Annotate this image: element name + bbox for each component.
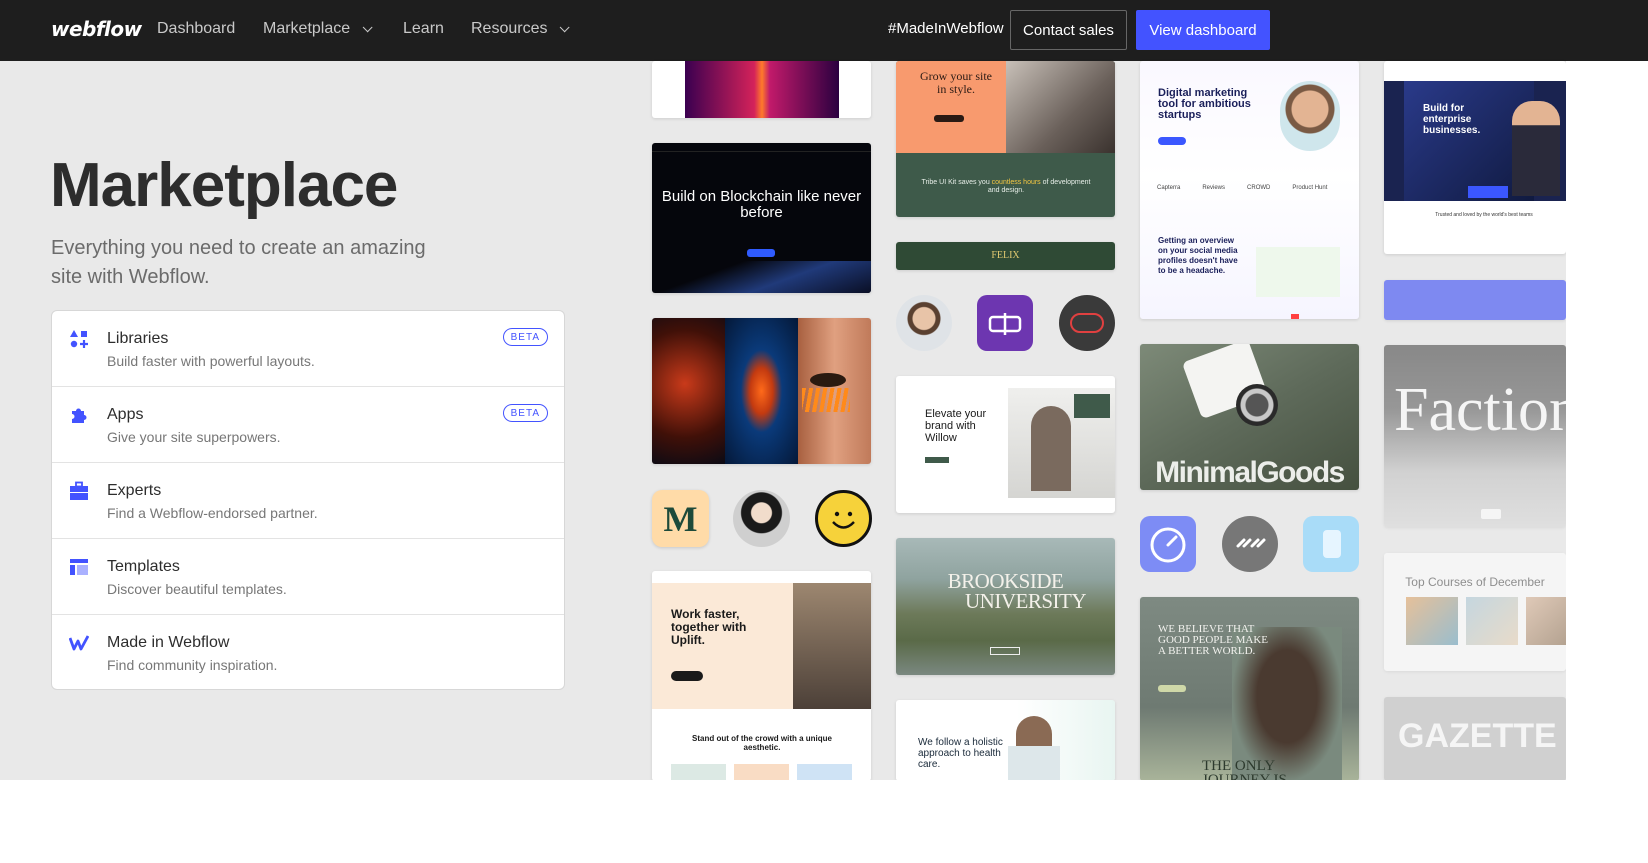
thumb-footer: THE ONLY JOURNEY IS [1202, 758, 1287, 782]
dots-icon [1236, 538, 1266, 548]
app-logo-p[interactable] [1303, 516, 1359, 572]
menu-item-experts[interactable]: Experts Find a Webflow-endorsed partner. [52, 463, 564, 539]
template-thumb-tribe[interactable]: Grow your site in style. Tribe UI Kit sa… [896, 61, 1115, 217]
expert-avatar-man[interactable] [896, 295, 952, 351]
nav-dashboard[interactable]: Dashboard [157, 20, 235, 38]
thumb-headline: GAZETTE [1398, 717, 1557, 755]
template-thumb-minimal-goods[interactable]: MinimalGoods [1140, 344, 1359, 490]
webflow-logo[interactable]: webflow [51, 17, 142, 41]
thumb-logos: Capterra Reviews CROWD Product Hunt [1157, 185, 1328, 191]
template-thumb-code[interactable] [1384, 280, 1566, 320]
template-thumb-uplift[interactable]: Work faster, together with Uplift. Stand… [652, 571, 871, 781]
chevron-down-icon [362, 21, 373, 32]
app-logo-purple[interactable] [977, 295, 1033, 351]
made-in-webflow-link[interactable]: #MadeInWebflow [888, 20, 1004, 37]
app-logo-dots[interactable] [1222, 516, 1278, 572]
menu-item-desc: Find a Webflow-endorsed partner. [107, 505, 318, 521]
thumb-headline: Build for enterprise businesses. [1423, 103, 1481, 136]
template-thumb-believe[interactable]: WE BELIEVE THAT GOOD PEOPLE MAKE A BETTE… [1140, 597, 1359, 781]
puzzle-icon [72, 408, 87, 423]
template-thumb-courses[interactable]: Top Courses of December [1384, 553, 1566, 671]
smiley-logo[interactable] [815, 490, 872, 547]
menu-item-title: Libraries [107, 330, 169, 347]
template-thumb-willow[interactable]: Elevate your brand with Willow [896, 376, 1115, 513]
beta-badge: BETA [502, 404, 548, 422]
thumb-headline: WE BELIEVE THAT GOOD PEOPLE MAKE A BETTE… [1158, 623, 1268, 657]
thumb-headline: We follow a holistic approach to health … [918, 737, 1003, 770]
nav-learn[interactable]: Learn [403, 20, 444, 38]
menu-item-desc: Give your site superpowers. [107, 429, 281, 445]
menu-item-made-in-webflow[interactable]: Made in Webflow Find community inspirati… [52, 615, 564, 689]
app-logo-ods[interactable] [1059, 295, 1115, 351]
thumb-headline: Work faster, together with Uplift. [671, 607, 747, 647]
thumb-headline: Elevate your brand with Willow [925, 408, 987, 444]
webflow-w-icon [69, 635, 89, 651]
menu-item-desc: Find community inspiration. [107, 657, 278, 673]
top-nav: webflow Dashboard Marketplace Learn Reso… [0, 0, 1648, 61]
page-subtitle: Everything you need to create an amazing… [51, 237, 426, 288]
template-thumb-gazette[interactable]: GAZETTE [1384, 697, 1566, 781]
page-footer-area [0, 780, 1648, 863]
chevron-down-icon [560, 21, 571, 32]
app-logo-speed[interactable] [1140, 516, 1196, 572]
thumb-cta [747, 249, 775, 257]
thumb-headline: Build on Blockchain like never before [661, 188, 862, 221]
menu-item-apps[interactable]: Apps Give your site superpowers. BETA [52, 387, 564, 463]
thumb-headline: Top Courses of December [1405, 575, 1545, 589]
thumb-sub: Getting an overview on your social media… [1158, 236, 1238, 275]
smiley-icon [832, 511, 855, 529]
briefcase-icon [70, 481, 88, 500]
template-thumb-digital-marketing[interactable]: Digital marketing tool for ambitious sta… [1140, 61, 1359, 319]
menu-item-templates[interactable]: Templates Discover beautiful templates. [52, 539, 564, 615]
thumb-headline: Grow your site in style. [920, 69, 992, 96]
template-thumb-blockchain[interactable]: Build on Blockchain like never before [652, 143, 871, 293]
view-dashboard-button[interactable]: View dashboard [1136, 10, 1270, 50]
thumb-headline: Faction [1394, 376, 1566, 444]
thumb-headline: MinimalGoods [1155, 456, 1345, 489]
nav-resources[interactable]: Resources [471, 20, 571, 38]
gauge-icon [1150, 527, 1186, 563]
template-thumb-health[interactable]: We follow a holistic approach to health … [896, 700, 1115, 781]
page-title: Marketplace [50, 151, 398, 220]
template-thumb-faction[interactable]: Faction [1384, 345, 1566, 527]
thumb-trusted: Trusted and loved by the world's best te… [1435, 212, 1533, 218]
thumb-image [685, 61, 839, 118]
menu-item-desc: Discover beautiful templates. [107, 581, 287, 597]
app-logo-m[interactable]: M [652, 490, 709, 547]
menu-item-title: Made in Webflow [107, 634, 230, 651]
right-gutter [1566, 61, 1648, 780]
thumb-footer: Stand out of the crowd with a unique aes… [692, 734, 832, 752]
menu-item-libraries[interactable]: Libraries Build faster with powerful lay… [52, 311, 564, 387]
expert-avatar-woman[interactable] [733, 490, 790, 547]
menu-item-title: Experts [107, 482, 162, 499]
libraries-icon [70, 330, 88, 348]
thumb-headline: Digital marketing tool for ambitious sta… [1158, 87, 1251, 121]
template-thumb-brookside[interactable]: BROOKSIDE UNIVERSITY [896, 538, 1115, 675]
menu-item-desc: Build faster with powerful layouts. [107, 353, 315, 369]
thumb-caption: Tribe UI Kit saves you countless hours o… [921, 179, 1091, 194]
template-thumb-triptych[interactable] [652, 318, 871, 464]
beta-badge: BETA [502, 328, 548, 346]
app-icon [988, 313, 1022, 335]
contact-sales-button[interactable]: Contact sales [1010, 10, 1127, 50]
menu-item-title: Apps [107, 406, 144, 423]
marketplace-menu: Libraries Build faster with powerful lay… [51, 310, 565, 690]
template-thumb-felix[interactable]: FELIX [896, 242, 1115, 270]
template-thumb-abstract[interactable] [652, 61, 871, 118]
template-thumb-enterprise[interactable]: Build for enterprise businesses. Trusted… [1384, 61, 1566, 254]
template-icon [70, 559, 88, 575]
nav-marketplace[interactable]: Marketplace [263, 20, 373, 38]
thumb-headline: BROOKSIDE UNIVERSITY [947, 569, 1087, 613]
menu-item-title: Templates [107, 558, 180, 575]
